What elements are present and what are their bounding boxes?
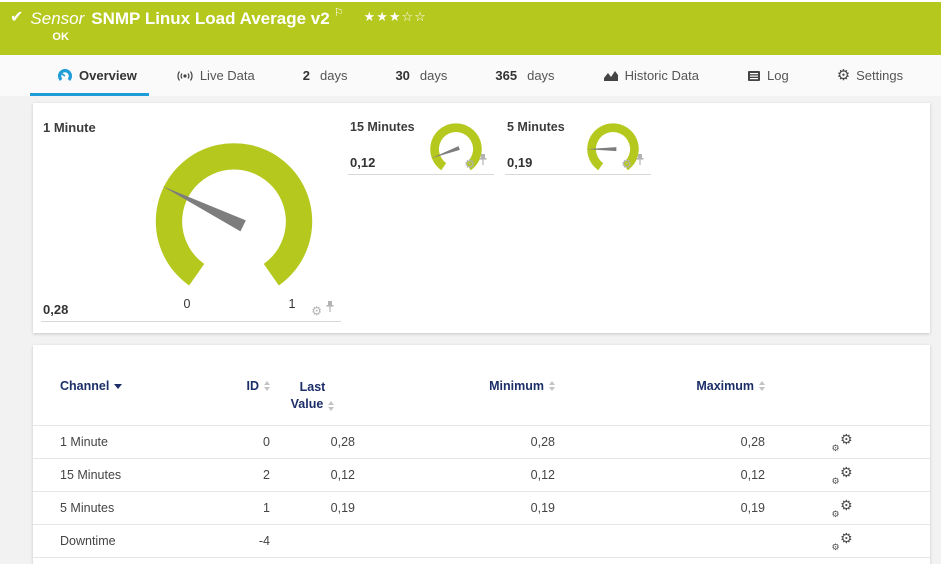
channel-id: 1 [263,501,270,515]
channel-id: 2 [263,468,270,482]
channel-maximum: 0,28 [740,435,765,449]
log-icon [747,70,761,82]
sensor-header: ✔ Sensor SNMP Linux Load Average v2 ⚐ ★★… [0,2,941,55]
tab-365-days[interactable]: 365 days [495,55,554,96]
gauge-pin-icon[interactable] [478,153,488,171]
sort-caret-icon [114,384,123,389]
table-row-downtime: Downtime -4 ⚙ ⚙ [33,525,930,558]
tab-bar: Overview Live Data 2 days 30 days 365 days … [0,55,941,96]
channel-minimum: 0,28 [530,435,555,449]
gauge-max-tick: 1 [288,297,296,311]
gauge-value: 0,12 [350,155,376,170]
gauge-icon [57,68,73,84]
column-header-last-value[interactable]: Last Value [270,379,355,413]
tab-30-days[interactable]: 30 days [395,55,447,96]
tab-settings[interactable]: ⚙ Settings [837,55,903,96]
tab-log[interactable]: Log [747,55,789,96]
channel-table-header: Channel ID Last Value Minimum Maximum [33,345,930,426]
sensor-status-badge: OK [52,31,69,43]
gauge-1-minute: 1 Minute 0 1 0,28 ⚙ [41,115,341,322]
gauges-panel: 1 Minute 0 1 0,28 ⚙ 15 Minutes 0,12 ⚙ 5 … [33,103,930,333]
channel-name: Downtime [60,534,116,548]
tab-historic-data[interactable]: Historic Data [603,55,699,96]
channels-panel: Channel ID Last Value Minimum Maximum 1 … [33,345,930,564]
tab-2-days[interactable]: 2 days [303,55,348,96]
channel-minimum: 0,12 [530,468,555,482]
gauge-settings-gear-icon[interactable]: ⚙ [621,157,632,171]
column-header-maximum[interactable]: Maximum [555,379,765,393]
gauge-pin-icon[interactable] [635,153,645,171]
column-header-channel[interactable]: Channel [60,379,210,393]
channel-id: -4 [258,534,270,548]
gauge-title: 1 Minute [43,120,96,135]
gauge-5-minutes: 5 Minutes 0,19 ⚙ [505,115,651,175]
settings-gear-icon: ⚙ [836,66,851,84]
table-row-15-minutes: 15 Minutes 2 0,12 0,12 0,12 ⚙ ⚙ [33,459,930,492]
channel-settings-gears-icon[interactable]: ⚙ ⚙ [832,497,853,519]
priority-stars[interactable]: ★★★☆☆ [364,8,427,26]
channel-id: 0 [263,435,270,449]
sensor-title: SNMP Linux Load Average v2 [91,9,330,28]
gauge-title: 15 Minutes [350,120,415,134]
gauge-value: 0,19 [507,155,533,170]
channel-maximum: 0,19 [740,501,765,515]
gauge-title: 5 Minutes [507,120,565,134]
channel-settings-gears-icon[interactable]: ⚙ ⚙ [832,431,853,453]
sort-arrows-icon [759,381,765,391]
channel-last-value: 0,19 [330,501,355,515]
gauge-settings-gear-icon[interactable]: ⚙ [311,304,322,318]
channel-settings-gears-icon[interactable]: ⚙ ⚙ [832,530,853,552]
object-kind-label: Sensor [30,9,85,28]
gauge-pin-icon[interactable] [325,300,335,318]
channel-name: 1 Minute [60,435,108,449]
live-data-icon [176,69,194,83]
column-header-id[interactable]: ID [210,379,270,393]
gauge-chart-1-minute [155,143,313,286]
channel-settings-gears-icon[interactable]: ⚙ ⚙ [832,464,853,486]
gauge-value: 0,28 [43,302,69,317]
tab-overview[interactable]: Overview [30,55,149,96]
table-row-5-minutes: 5 Minutes 1 0,19 0,19 0,19 ⚙ ⚙ [33,492,930,525]
sensor-title-block: Sensor SNMP Linux Load Average v2 ⚐ ★★★☆… [30,8,427,44]
gauge-min-tick: 0 [183,297,191,311]
status-ok-check-icon: ✔ [10,9,24,26]
table-row-1-minute: 1 Minute 0 0,28 0,28 0,28 ⚙ ⚙ [33,426,930,459]
channel-last-value: 0,28 [330,435,355,449]
sort-arrows-icon [328,400,335,411]
gauge-15-minutes: 15 Minutes 0,12 ⚙ [348,115,494,175]
channel-minimum: 0,19 [530,501,555,515]
channel-last-value: 0,12 [330,468,355,482]
gauge-settings-gear-icon[interactable]: ⚙ [464,157,475,171]
historic-chart-icon [603,70,619,82]
tab-live-data[interactable]: Live Data [176,55,255,96]
column-header-minimum[interactable]: Minimum [355,379,555,393]
channel-maximum: 0,12 [740,468,765,482]
flag-icon[interactable]: ⚐ [334,8,344,19]
channel-name: 15 Minutes [60,468,122,482]
channel-name: 5 Minutes [60,501,115,515]
